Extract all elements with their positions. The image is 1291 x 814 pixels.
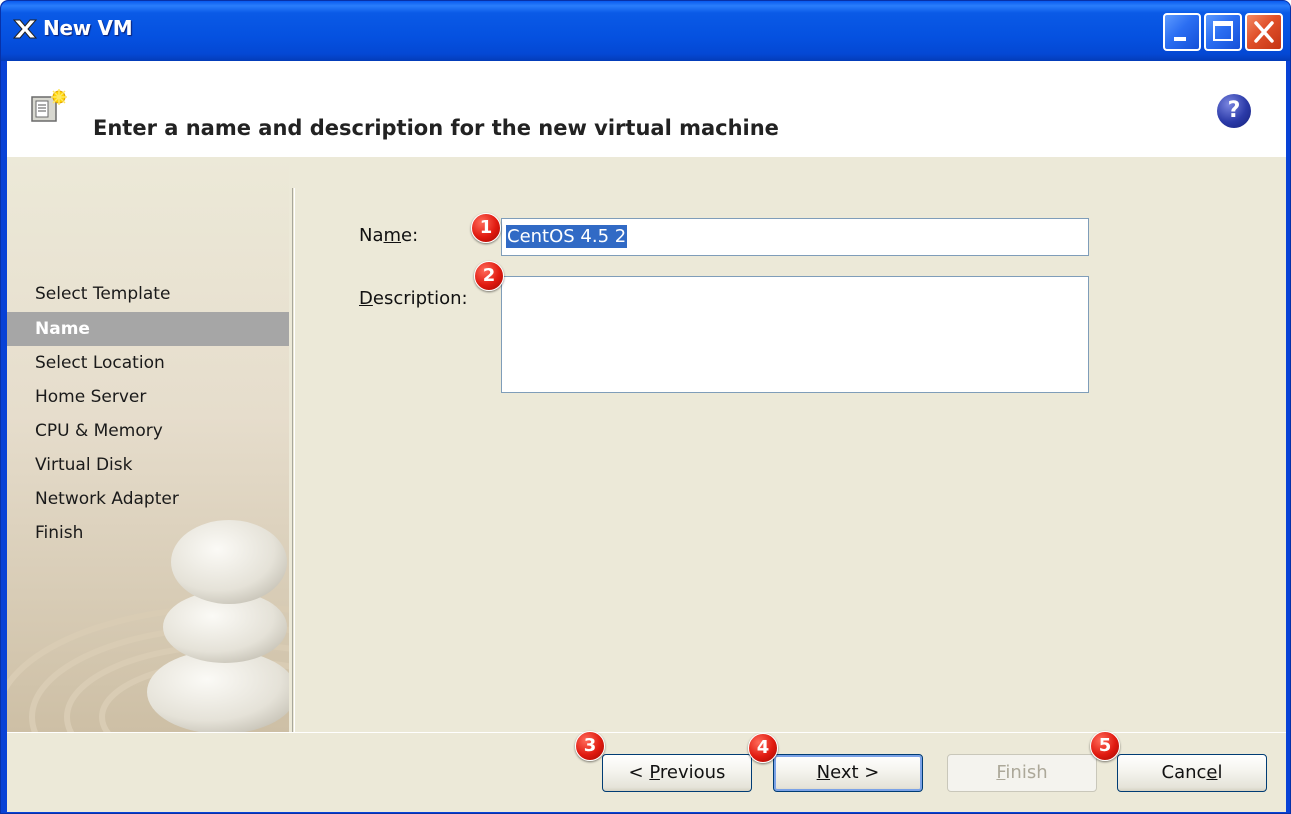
name-input-value: CentOS 4.5 2	[506, 225, 628, 248]
footer-separator	[7, 732, 1286, 734]
title-bar[interactable]: New VM	[1, 1, 1290, 61]
sidebar-item-name[interactable]: Name	[7, 312, 289, 346]
new-vm-window: New VM Enter a name and description for …	[0, 0, 1291, 814]
sidebar-item-network-adapter[interactable]: Network Adapter	[7, 482, 289, 516]
sidebar-item-cpu-memory[interactable]: CPU & Memory	[7, 414, 289, 448]
next-button[interactable]: Next >	[773, 754, 923, 792]
finish-button: Finish	[947, 754, 1097, 792]
help-icon[interactable]: ?	[1217, 94, 1251, 128]
window-title: New VM	[43, 16, 133, 40]
sidebar-item-virtual-disk[interactable]: Virtual Disk	[7, 448, 289, 482]
maximize-icon	[1213, 21, 1233, 41]
sidebar-item-select-location[interactable]: Select Location	[7, 346, 289, 380]
description-input[interactable]	[501, 276, 1089, 393]
callout-badge-4: 4	[748, 733, 778, 763]
close-icon	[1254, 21, 1274, 43]
description-label: Description:	[359, 288, 468, 309]
sidebar-divider	[292, 188, 295, 732]
close-button[interactable]	[1245, 13, 1283, 51]
maximize-button[interactable]	[1204, 13, 1242, 51]
new-vm-wizard-icon	[31, 89, 67, 122]
callout-badge-5: 5	[1090, 731, 1120, 761]
wizard-header: Enter a name and description for the new…	[7, 61, 1286, 157]
xen-logo-icon	[12, 19, 38, 39]
sidebar-item-select-template[interactable]: Select Template	[7, 277, 289, 311]
callout-badge-1: 1	[471, 213, 501, 243]
sidebar-item-finish[interactable]: Finish	[7, 516, 289, 550]
callout-badge-3: 3	[575, 731, 605, 761]
page-title: Enter a name and description for the new…	[93, 116, 779, 140]
cancel-button[interactable]: Cancel	[1117, 754, 1267, 792]
wizard-steps-sidebar: Select Template Name Select Location Hom…	[7, 157, 289, 732]
wizard-client-area: Enter a name and description for the new…	[7, 61, 1286, 812]
name-input[interactable]: CentOS 4.5 2	[501, 218, 1089, 256]
callout-badge-2: 2	[474, 261, 504, 291]
previous-button[interactable]: < Previous	[602, 754, 752, 792]
sidebar-item-home-server[interactable]: Home Server	[7, 380, 289, 414]
name-label: Name:	[359, 225, 419, 246]
minimize-button[interactable]	[1163, 13, 1201, 51]
minimize-icon	[1174, 37, 1186, 41]
